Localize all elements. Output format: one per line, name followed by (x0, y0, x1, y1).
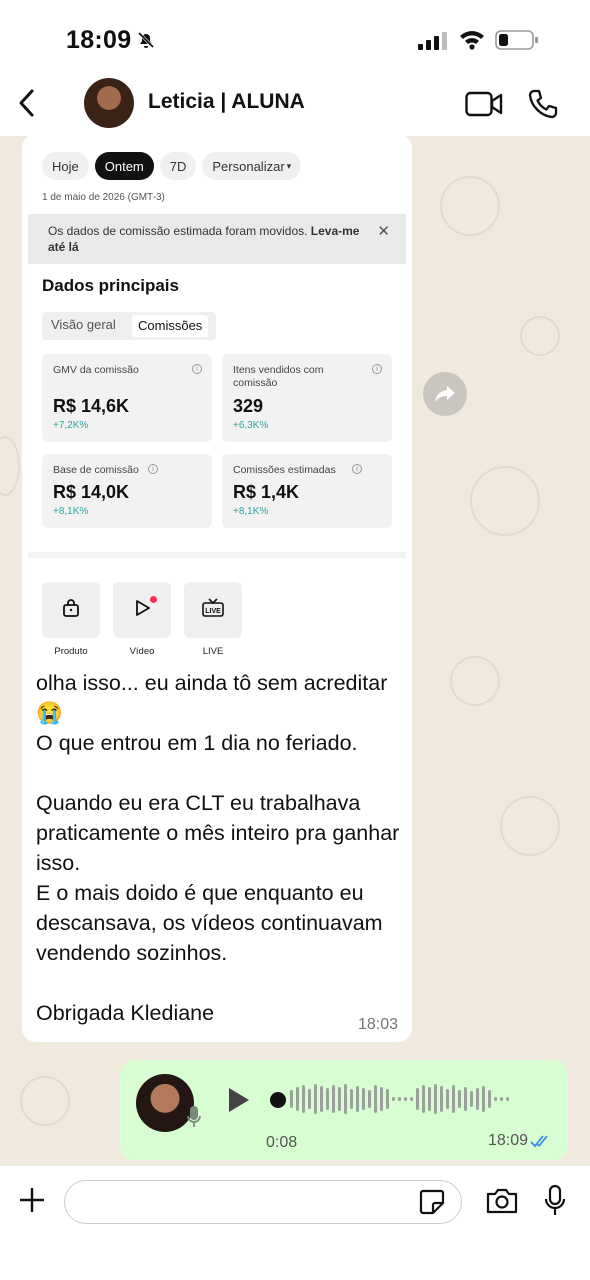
close-icon: ✕ (377, 223, 390, 240)
message-body: olha isso... eu ainda tô sem acreditar 😭… (36, 671, 400, 1025)
shared-screenshot[interactable]: Hoje Ontem 7D Personalizar ▾ 1 de maio de… (28, 134, 406, 662)
info-icon: i (192, 364, 202, 374)
section-title: Dados principais (42, 276, 179, 295)
metric-change: +6,3K% (233, 420, 269, 431)
metric-card: GMV da comissão i R$ 14,6K +7,2K% (42, 354, 212, 442)
metric-label: Base de comissão (53, 464, 139, 476)
wallpaper-doodle (0, 436, 20, 496)
metric-change: +8,1K% (233, 506, 269, 517)
metric-card: Base de comissão i R$ 14,0K +8,1K% (42, 454, 212, 528)
chat-header: Leticia | ALUNA (0, 78, 590, 136)
status-bar: 18:09 (0, 0, 590, 78)
metric-value: R$ 14,0K (53, 482, 130, 502)
date-filter-pills: Hoje Ontem 7D Personalizar ▾ (42, 152, 302, 180)
metric-value: 329 (233, 396, 264, 416)
message-timestamp: 18:09 (487, 1132, 528, 1149)
cellular-signal-icon (418, 32, 448, 55)
status-time: 18:09 (66, 26, 132, 54)
battery-low-icon (495, 30, 539, 55)
notice-text: Os dados de comissão estimada foram movi… (48, 224, 311, 238)
message-timestamp: 18:03 (357, 1016, 398, 1033)
microphone-icon[interactable] (543, 1184, 567, 1223)
segment-visao-geral: Visão geral (51, 317, 116, 332)
notification-dot (150, 596, 157, 603)
plus-icon[interactable] (18, 1186, 46, 1219)
segment-comissoes: Comissões (132, 315, 209, 337)
incoming-message[interactable]: Hoje Ontem 7D Personalizar ▾ 1 de maio de… (22, 134, 412, 1042)
metric-change: +8,1K% (53, 506, 89, 517)
tool-live: LIVE (184, 582, 242, 638)
wallpaper-doodle (450, 656, 500, 706)
info-icon: i (148, 464, 158, 474)
voice-waveform[interactable] (290, 1082, 550, 1116)
wallpaper-doodle (470, 466, 540, 536)
metric-card: Itens vendidos com comissão i 329 +6,3K% (222, 354, 392, 442)
contact-avatar[interactable] (84, 78, 134, 128)
double-check-icon (530, 1134, 554, 1153)
pill-personalizar: Personalizar ▾ (202, 152, 302, 180)
wifi-icon (458, 28, 486, 55)
tool-label: Produto (54, 646, 88, 657)
wallpaper-doodle (520, 316, 560, 356)
microphone-icon (186, 1104, 202, 1135)
divider (28, 552, 406, 558)
contact-name[interactable]: Leticia | ALUNA (148, 90, 305, 114)
chevron-down-icon: ▾ (286, 160, 292, 171)
metric-card: Comissões estimadas i R$ 1,4K +8,1K% (222, 454, 392, 528)
camera-icon[interactable] (485, 1186, 519, 1221)
video-camera-icon[interactable] (465, 90, 503, 123)
metric-label: GMV da comissão (53, 364, 139, 376)
notice-banner: Os dados de comissão estimada foram movi… (28, 214, 406, 264)
pill-personalizar-label: Personalizar (212, 158, 285, 174)
sticker-icon[interactable] (418, 1188, 446, 1221)
phone-icon[interactable] (527, 88, 559, 125)
message-input[interactable] (64, 1180, 462, 1224)
metric-change: +7,2K% (53, 420, 89, 431)
voice-duration: 0:08 (266, 1134, 298, 1151)
message-composer (0, 1166, 590, 1280)
pill-hoje: Hoje (42, 152, 89, 180)
bell-slash-icon (136, 30, 156, 55)
shopping-bag-icon (61, 598, 81, 623)
report-date: 1 de maio de 2026 (GMT-3) (42, 192, 165, 203)
tool-video (113, 582, 171, 638)
metric-label: Itens vendidos com comissão (233, 364, 324, 389)
wallpaper-doodle (440, 176, 500, 236)
svg-text:LIVE: LIVE (205, 608, 221, 615)
wallpaper-doodle (500, 796, 560, 856)
segment-control: Visão geral Comissões (42, 312, 216, 340)
info-icon: i (372, 364, 382, 374)
tool-label: Vídeo (129, 646, 155, 657)
outgoing-voice-message[interactable]: 0:08 18:09 (120, 1060, 568, 1160)
wallpaper-doodle (20, 1076, 70, 1126)
play-button-icon[interactable] (226, 1086, 252, 1119)
pill-7d: 7D (159, 152, 197, 180)
playhead-handle[interactable] (270, 1092, 286, 1108)
message-text: olha isso... eu ainda tô sem acreditar 😭… (36, 668, 402, 1028)
tool-label: LIVE (202, 646, 224, 657)
info-icon: i (352, 464, 362, 474)
pill-ontem: Ontem (94, 152, 154, 180)
chevron-left-icon[interactable] (16, 88, 38, 123)
forward-icon[interactable] (423, 372, 467, 416)
tool-produto (42, 582, 100, 638)
metric-value: R$ 1,4K (233, 482, 300, 502)
live-tv-icon: LIVE (201, 597, 225, 624)
metric-value: R$ 14,6K (53, 396, 130, 416)
